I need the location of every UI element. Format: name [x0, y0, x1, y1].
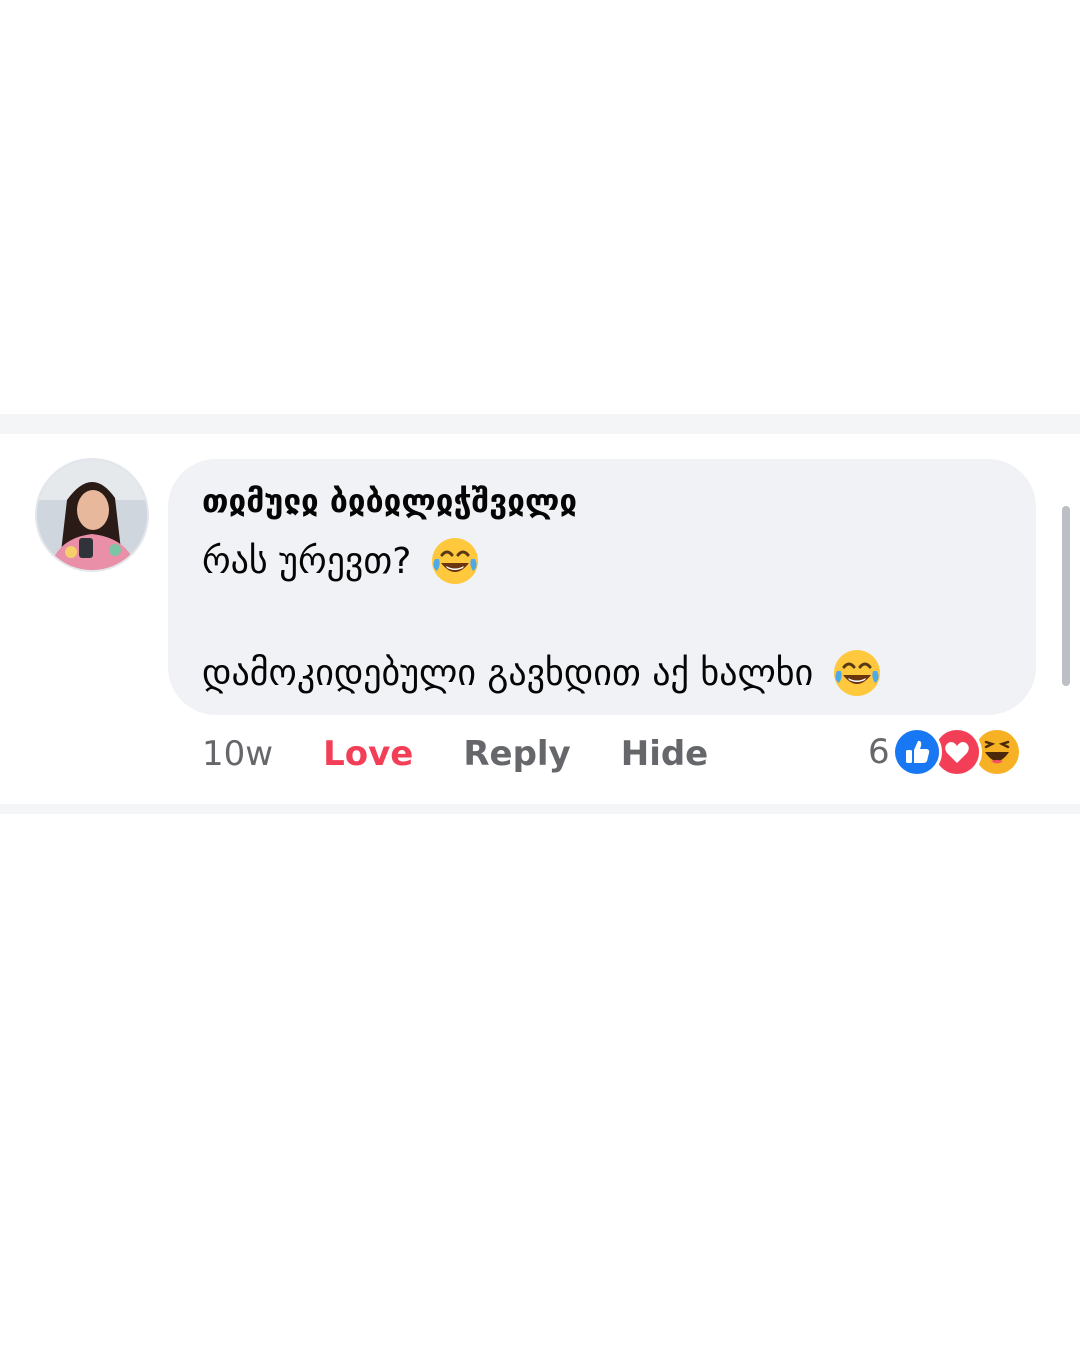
- tears-of-joy-emoji-icon: [429, 535, 481, 587]
- tears-of-joy-emoji-icon: [831, 647, 883, 699]
- comment-text-1: რას ურევთ?: [202, 540, 412, 582]
- like-reaction-icon: [891, 727, 942, 777]
- reply-button[interactable]: Reply: [463, 734, 570, 774]
- section-divider-top: [0, 414, 1080, 434]
- comment-actions: 10w Love Reply Hide: [202, 732, 708, 776]
- comment-text-2: დამოკიდებული გავხდით აქ ხალხი: [202, 652, 814, 694]
- reaction-summary[interactable]: 6: [868, 726, 1022, 778]
- reaction-count: 6: [868, 732, 890, 772]
- scrollbar[interactable]: [1062, 506, 1070, 686]
- comment-author[interactable]: თჲმუჺჲ ბჲბჲლჲჭშვჲლჲ: [202, 482, 577, 520]
- comment-timestamp[interactable]: 10w: [202, 734, 273, 774]
- section-divider-bottom: [0, 804, 1080, 814]
- love-reaction-button[interactable]: Love: [323, 734, 413, 774]
- comment-text-line-2: დამოკიდებული გავხდით აქ ხალხი: [202, 647, 883, 699]
- comment-text-line-1: რას ურევთ?: [202, 535, 481, 587]
- avatar[interactable]: [35, 458, 149, 572]
- hide-button[interactable]: Hide: [621, 734, 709, 774]
